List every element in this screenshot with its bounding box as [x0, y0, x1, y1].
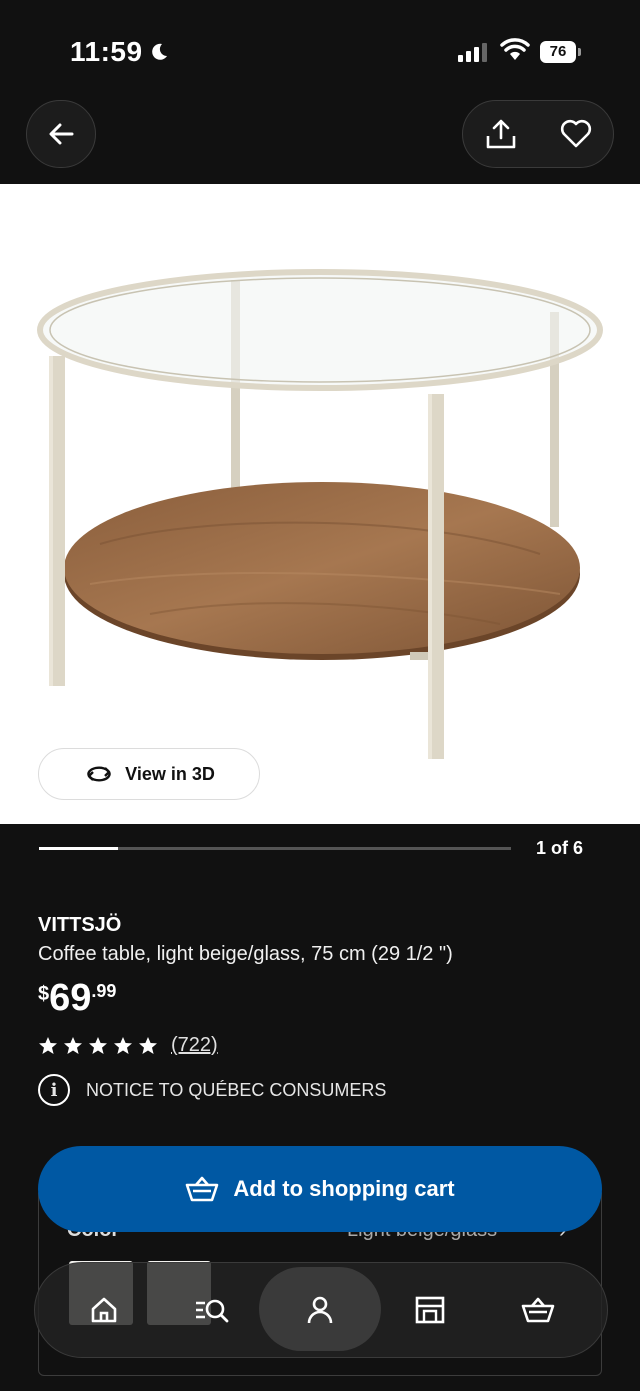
- add-to-cart-button[interactable]: Add to shopping cart: [38, 1146, 602, 1232]
- nav-cart[interactable]: [503, 1263, 573, 1357]
- gallery-counter: 1 of 6: [536, 838, 584, 858]
- coffee-table-illustration: [37, 269, 603, 759]
- arrow-left-icon: [49, 123, 74, 145]
- cellular-signal-icon: [458, 43, 487, 62]
- info-icon: i: [38, 1074, 70, 1106]
- price-integer: 69: [49, 977, 92, 1019]
- quebec-notice[interactable]: i NOTICE TO QUÉBEC CONSUMERS: [38, 1074, 386, 1106]
- status-bar: 11:59 76: [0, 0, 640, 100]
- rotate-3d-icon: [87, 766, 111, 782]
- star-icon: [64, 1036, 82, 1054]
- add-to-cart-label: Add to shopping cart: [233, 1176, 455, 1201]
- star-icon: [114, 1036, 132, 1054]
- review-count-link[interactable]: (722): [171, 1034, 218, 1057]
- back-button[interactable]: [26, 100, 96, 168]
- search-list-icon: [196, 1299, 229, 1323]
- wifi-icon: [500, 38, 530, 60]
- status-time: 11:59: [70, 36, 169, 68]
- product-description: Coffee table, light beige/glass, 75 cm (…: [38, 943, 453, 965]
- home-icon: [91, 1297, 117, 1323]
- profile-icon: [307, 1296, 333, 1324]
- store-icon: [415, 1296, 445, 1324]
- product-name: VITTSJÖ: [38, 914, 122, 936]
- cart-icon: [521, 1297, 555, 1323]
- star-icon: [89, 1036, 107, 1054]
- view-in-3d-label: View in 3D: [125, 763, 215, 784]
- heart-icon[interactable]: [559, 117, 593, 151]
- moon-icon: [151, 43, 167, 60]
- nav-profile[interactable]: [285, 1263, 355, 1357]
- nav-store[interactable]: [395, 1263, 465, 1357]
- quebec-notice-label: NOTICE TO QUÉBEC CONSUMERS: [86, 1079, 387, 1100]
- product-image[interactable]: View in 3D: [0, 184, 640, 824]
- product-price: $ 69 .99: [38, 975, 116, 1021]
- star-icon: [39, 1036, 57, 1054]
- price-currency: $: [38, 983, 50, 1005]
- product-rating[interactable]: (722): [38, 1034, 218, 1057]
- view-in-3d-button[interactable]: View in 3D: [38, 748, 260, 800]
- share-icon[interactable]: [483, 116, 519, 152]
- battery-indicator: 76: [540, 41, 581, 63]
- nav-search[interactable]: [177, 1263, 247, 1357]
- price-decimal: .99: [91, 981, 117, 1001]
- cart-icon: [186, 1176, 219, 1202]
- nav-home[interactable]: [69, 1263, 139, 1357]
- gallery-progress-bar: [39, 847, 511, 850]
- star-icon: [139, 1036, 157, 1054]
- gallery-progress-fill: [39, 847, 118, 850]
- bottom-navigation: [34, 1262, 608, 1358]
- header-actions: [462, 100, 614, 168]
